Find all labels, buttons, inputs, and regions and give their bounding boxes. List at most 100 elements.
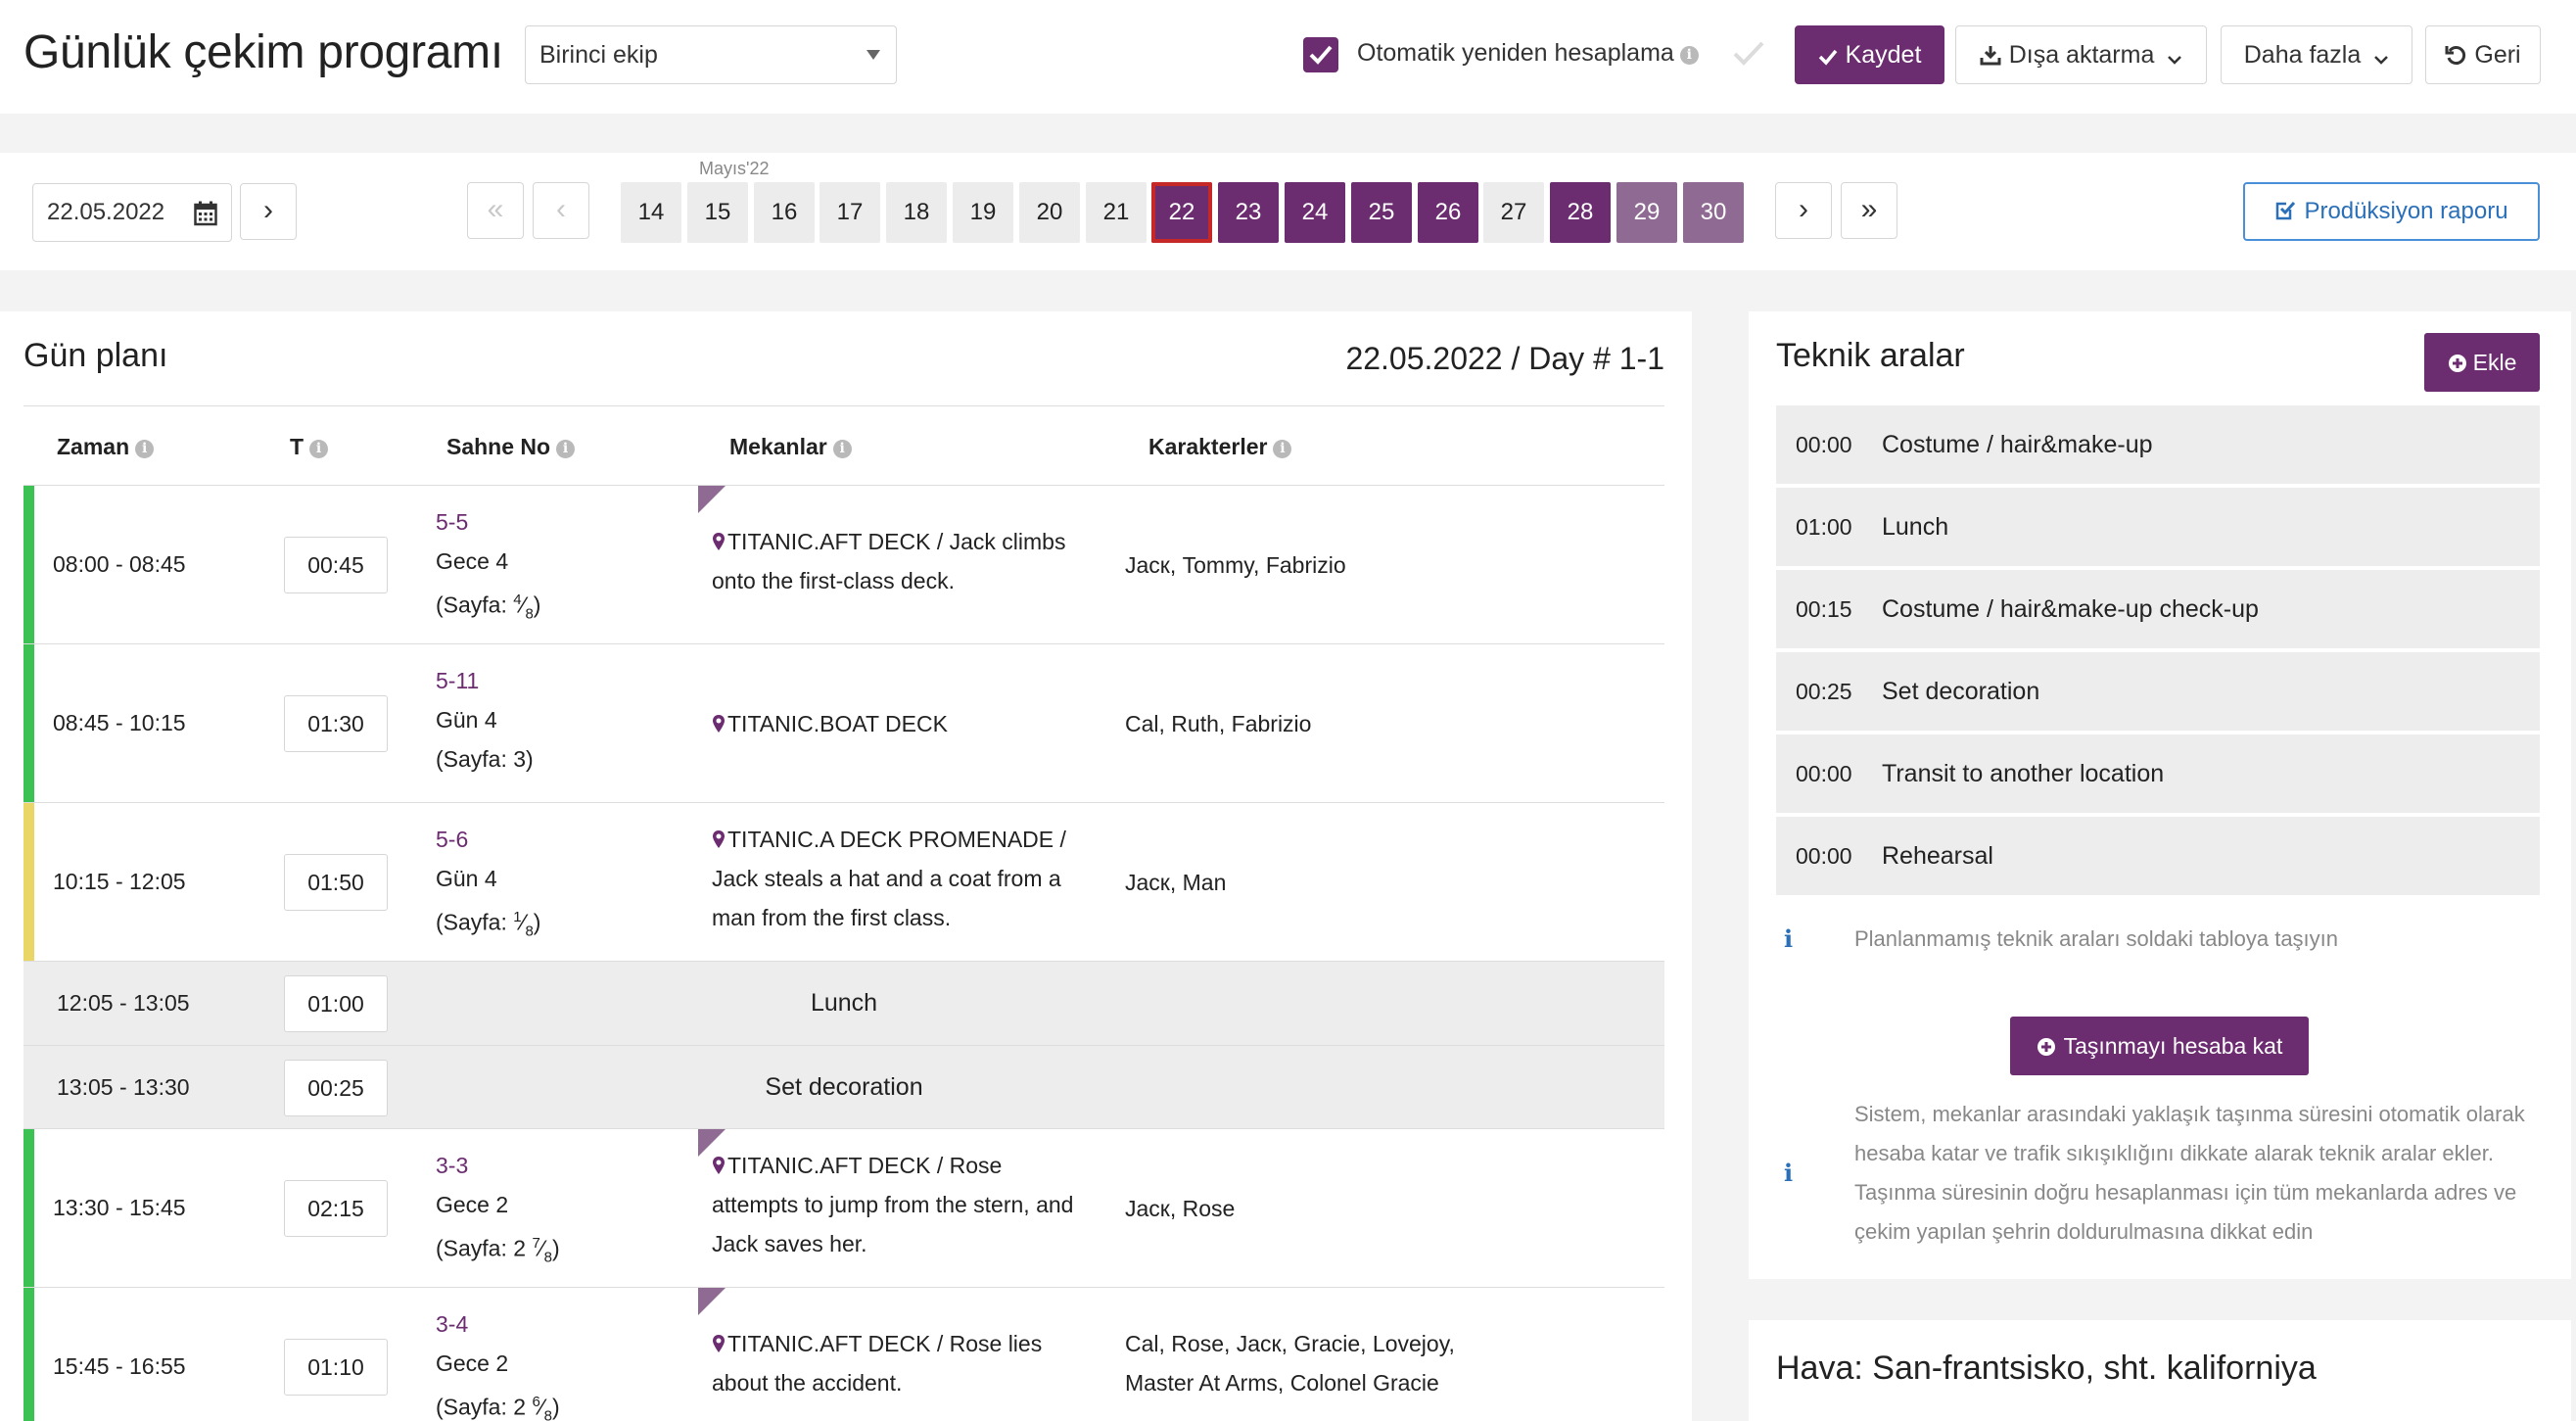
characters-cell: Cal, Ruth, Fabrizio <box>1125 711 1312 736</box>
column-scene-no[interactable]: Sahne No i <box>446 434 576 460</box>
day-button-25[interactable]: 25 <box>1351 182 1412 243</box>
next-date-button[interactable]: › <box>240 183 297 240</box>
day-button-18[interactable]: 18 <box>886 182 947 243</box>
first-week-button[interactable]: « <box>467 182 524 239</box>
row-time: 08:00 - 08:45 <box>53 551 186 577</box>
day-button-23[interactable]: 23 <box>1218 182 1279 243</box>
day-button-27[interactable]: 27 <box>1483 182 1544 243</box>
scene-row[interactable]: 08:00 - 08:45 00:45 5-5 Gece 4 (Sayfa: 4⁄8) T… <box>23 486 1664 644</box>
auto-recalc-checkbox[interactable] <box>1303 37 1338 72</box>
scene-row[interactable]: 08:45 - 10:15 01:30 5-11 Gün 4 (Sayfa: 3) TIT… <box>23 644 1664 803</box>
info-icon[interactable]: i <box>1273 440 1292 458</box>
duration-input[interactable]: 02:15 <box>284 1180 388 1237</box>
location-cell: TITANIC.AFT DECK / Jack climbs onto the … <box>712 522 1084 600</box>
info-icon[interactable]: i <box>556 440 576 458</box>
scene-number-link[interactable]: 5-5 <box>436 502 540 542</box>
day-button-30[interactable]: 30 <box>1683 182 1744 243</box>
export-button[interactable]: Dışa aktarma <box>1955 25 2207 84</box>
location-text[interactable]: TITANIC.BOAT DECK <box>727 711 948 736</box>
production-report-button[interactable]: Prodüksiyon raporu <box>2243 182 2540 241</box>
day-button-20[interactable]: 20 <box>1019 182 1080 243</box>
scene-cell: 3-4 Gece 2 (Sayfa: 2 6⁄8) <box>436 1304 560 1421</box>
more-button[interactable]: Daha fazla <box>2221 25 2412 84</box>
info-icon[interactable]: i <box>832 440 852 458</box>
production-report-label: Prodüksiyon raporu <box>2304 198 2508 224</box>
duration-input[interactable]: 00:45 <box>284 537 388 593</box>
column-time[interactable]: Zaman i <box>57 434 155 460</box>
day-button-28[interactable]: 28 <box>1550 182 1611 243</box>
duration-input[interactable]: 01:50 <box>284 854 388 911</box>
check-icon <box>1309 45 1333 65</box>
scene-number-link[interactable]: 3-3 <box>436 1146 560 1185</box>
day-button-22[interactable]: 22 <box>1151 182 1212 243</box>
column-characters[interactable]: Karakterler i <box>1148 434 1292 460</box>
scene-row[interactable]: 10:15 - 12:05 01:50 5-6 Gün 4 (Sayfa: 1⁄8) TI… <box>23 803 1664 962</box>
page-prefix: (Sayfa: 3) <box>436 746 534 772</box>
day-button-21[interactable]: 21 <box>1086 182 1147 243</box>
technical-break-item[interactable]: 00:00 Transit to another location <box>1776 734 2540 813</box>
last-week-button[interactable]: » <box>1841 182 1897 239</box>
break-name: Transit to another location <box>1882 760 2165 787</box>
add-break-label: Ekle <box>2472 350 2517 375</box>
break-row[interactable]: 13:05 - 13:30 00:25 Set decoration <box>23 1046 1664 1129</box>
scene-row[interactable]: 13:30 - 15:45 02:15 3-3 Gece 2 (Sayfa: 2 7⁄8… <box>23 1129 1664 1288</box>
location-text[interactable]: TITANIC.AFT DECK / Rose attempts to jump… <box>712 1153 1073 1256</box>
characters-cell: Jacк, Man <box>1125 870 1227 895</box>
add-break-button[interactable]: Ekle <box>2424 333 2540 392</box>
auto-recalc-text: Otomatik yeniden hesaplama <box>1357 39 1674 67</box>
technical-break-item[interactable]: 01:00 Lunch <box>1776 488 2540 566</box>
page-count: (Sayfa: 1⁄8) <box>436 909 541 940</box>
account-transit-button[interactable]: Taşınmayı hesaba kat <box>2010 1017 2309 1075</box>
day-night: Gün 4 <box>436 707 497 733</box>
edit-check-icon <box>2276 201 2296 220</box>
next-week-button[interactable]: › <box>1775 182 1832 239</box>
page-den: 8 <box>525 605 534 623</box>
date-picker-input[interactable]: 22.05.2022 <box>32 183 232 242</box>
column-locations[interactable]: Mekanlar i <box>729 434 852 460</box>
column-t[interactable]: Ti <box>290 434 329 460</box>
technical-break-item[interactable]: 00:00 Costume / hair&make-up <box>1776 405 2540 484</box>
break-name: Lunch <box>1882 513 1949 541</box>
row-time: 15:45 - 16:55 <box>53 1353 186 1379</box>
page-count: (Sayfa: 2 6⁄8) <box>436 1383 560 1421</box>
break-duration: 00:25 <box>1796 679 1852 704</box>
day-button-26[interactable]: 26 <box>1418 182 1478 243</box>
auto-recalc-label[interactable]: Otomatik yeniden hesaplama i <box>1357 39 1699 68</box>
duration-input[interactable]: 01:30 <box>284 695 388 752</box>
technical-break-item[interactable]: 00:00 Rehearsal <box>1776 817 2540 895</box>
day-button-24[interactable]: 24 <box>1285 182 1345 243</box>
day-button-14[interactable]: 14 <box>621 182 681 243</box>
scene-cell: 3-3 Gece 2 (Sayfa: 2 7⁄8) <box>436 1146 560 1277</box>
map-pin-icon <box>713 715 725 733</box>
date-value: 22.05.2022 <box>47 199 165 225</box>
info-icon[interactable]: i <box>309 440 329 458</box>
scene-row[interactable]: 15:45 - 16:55 01:10 3-4 Gece 2 (Sayfa: 2 6⁄8… <box>23 1288 1664 1421</box>
prev-week-button[interactable]: ‹ <box>533 182 589 239</box>
day-button-17[interactable]: 17 <box>820 182 880 243</box>
info-icon[interactable]: i <box>1679 46 1699 65</box>
day-button-15[interactable]: 15 <box>687 182 748 243</box>
break-row[interactable]: 12:05 - 13:05 01:00 Lunch <box>23 962 1664 1046</box>
crew-select[interactable]: Birinci ekip <box>525 25 897 84</box>
scene-number-link[interactable]: 3-4 <box>436 1304 560 1344</box>
back-label: Geri <box>2474 41 2521 69</box>
scene-number-link[interactable]: 5-11 <box>436 661 534 700</box>
location-text[interactable]: TITANIC.AFT DECK / Rose lies about the a… <box>712 1331 1042 1396</box>
info-icon[interactable]: i <box>135 440 155 458</box>
location-text[interactable]: TITANIC.A DECK PROMENADE / Jack steals a… <box>712 827 1066 930</box>
info-icon: i <box>1784 1159 1794 1187</box>
page-den: 8 <box>525 923 534 940</box>
back-button[interactable]: Geri <box>2425 25 2541 84</box>
technical-break-item[interactable]: 00:25 Set decoration <box>1776 652 2540 731</box>
day-button-16[interactable]: 16 <box>754 182 815 243</box>
day-button-29[interactable]: 29 <box>1616 182 1677 243</box>
weather-panel: Hava: San-frantsisko, sht. kaliforniya <box>1749 1320 2571 1421</box>
location-text[interactable]: TITANIC.AFT DECK / Jack climbs onto the … <box>712 529 1065 593</box>
day-button-19[interactable]: 19 <box>953 182 1013 243</box>
break-name: Rehearsal <box>1882 842 1993 870</box>
calendar-icon[interactable] <box>194 201 217 226</box>
technical-break-item[interactable]: 00:15 Costume / hair&make-up check-up <box>1776 570 2540 648</box>
scene-number-link[interactable]: 5-6 <box>436 820 540 859</box>
duration-input[interactable]: 01:10 <box>284 1339 388 1396</box>
save-button[interactable]: Kaydet <box>1795 25 1944 84</box>
